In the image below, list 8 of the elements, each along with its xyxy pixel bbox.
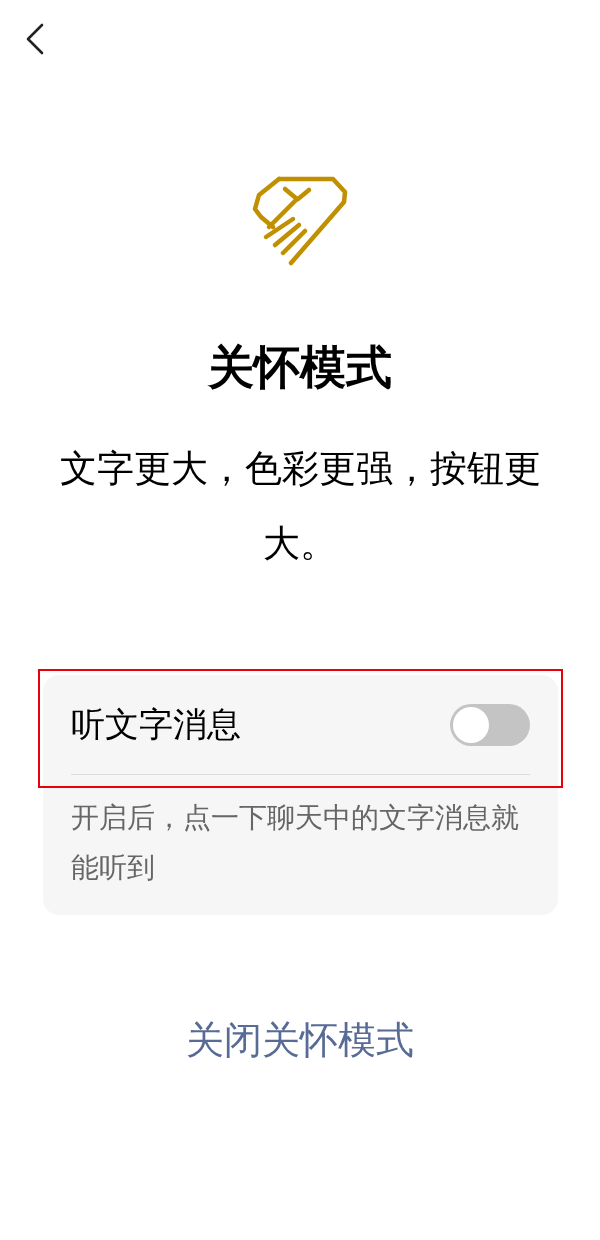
page-title: 关怀模式 [208,339,392,395]
close-care-mode-link[interactable]: 关闭关怀模式 [186,1013,414,1067]
toggle-switch[interactable] [450,703,530,746]
setting-label: 听文字消息 [71,702,241,746]
back-icon[interactable] [24,22,46,56]
subtitle-text: 文字更大，色彩更强，按钮更大。 [58,446,542,567]
setting-description: 开启后，点一下聊天中的文字消息就能听到 [71,800,520,886]
heart-hand-icon [251,175,349,267]
